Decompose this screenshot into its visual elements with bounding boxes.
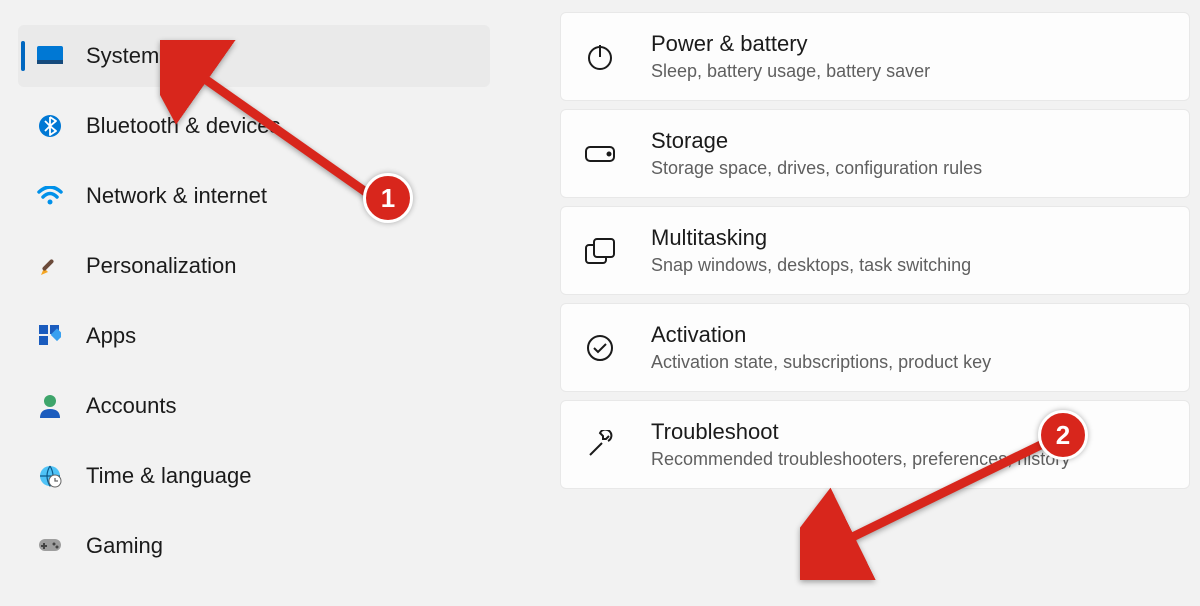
card-subtitle: Sleep, battery usage, battery saver <box>651 61 930 82</box>
card-title: Troubleshoot <box>651 419 1070 445</box>
globe-clock-icon <box>36 462 64 490</box>
paintbrush-icon <box>36 252 64 280</box>
sidebar-item-system[interactable]: System <box>18 25 490 87</box>
sidebar-item-accounts[interactable]: Accounts <box>18 375 490 437</box>
multitasking-icon <box>583 234 617 268</box>
sidebar-item-label: Apps <box>86 323 136 349</box>
sidebar-item-time-language[interactable]: Time & language <box>18 445 490 507</box>
sidebar: System Bluetooth & devices Network & int… <box>0 0 508 606</box>
sidebar-item-personalization[interactable]: Personalization <box>18 235 490 297</box>
apps-icon <box>36 322 64 350</box>
bluetooth-icon <box>36 112 64 140</box>
sidebar-item-label: Personalization <box>86 253 236 279</box>
card-subtitle: Snap windows, desktops, task switching <box>651 255 971 276</box>
sidebar-item-label: Gaming <box>86 533 163 559</box>
main-panel: Power & battery Sleep, battery usage, ba… <box>508 0 1200 606</box>
card-power-battery[interactable]: Power & battery Sleep, battery usage, ba… <box>560 12 1190 101</box>
card-title: Storage <box>651 128 982 154</box>
card-subtitle: Activation state, subscriptions, product… <box>651 352 991 373</box>
storage-icon <box>583 137 617 171</box>
display-icon <box>36 42 64 70</box>
checkmark-circle-icon <box>583 331 617 365</box>
sidebar-item-label: Time & language <box>86 463 252 489</box>
card-title: Power & battery <box>651 31 930 57</box>
person-icon <box>36 392 64 420</box>
gamepad-icon <box>36 532 64 560</box>
card-title: Multitasking <box>651 225 971 251</box>
sidebar-item-label: System <box>86 43 159 69</box>
sidebar-item-gaming[interactable]: Gaming <box>18 515 490 577</box>
sidebar-item-label: Accounts <box>86 393 177 419</box>
card-troubleshoot[interactable]: Troubleshoot Recommended troubleshooters… <box>560 400 1190 489</box>
card-title: Activation <box>651 322 991 348</box>
sidebar-item-label: Bluetooth & devices <box>86 113 280 139</box>
sidebar-item-bluetooth[interactable]: Bluetooth & devices <box>18 95 490 157</box>
sidebar-item-apps[interactable]: Apps <box>18 305 490 367</box>
power-icon <box>583 40 617 74</box>
wifi-icon <box>36 182 64 210</box>
wrench-icon <box>583 428 617 462</box>
card-storage[interactable]: Storage Storage space, drives, configura… <box>560 109 1190 198</box>
sidebar-item-network[interactable]: Network & internet <box>18 165 490 227</box>
card-subtitle: Storage space, drives, configuration rul… <box>651 158 982 179</box>
card-activation[interactable]: Activation Activation state, subscriptio… <box>560 303 1190 392</box>
card-subtitle: Recommended troubleshooters, preferences… <box>651 449 1070 470</box>
card-multitasking[interactable]: Multitasking Snap windows, desktops, tas… <box>560 206 1190 295</box>
sidebar-item-label: Network & internet <box>86 183 267 209</box>
